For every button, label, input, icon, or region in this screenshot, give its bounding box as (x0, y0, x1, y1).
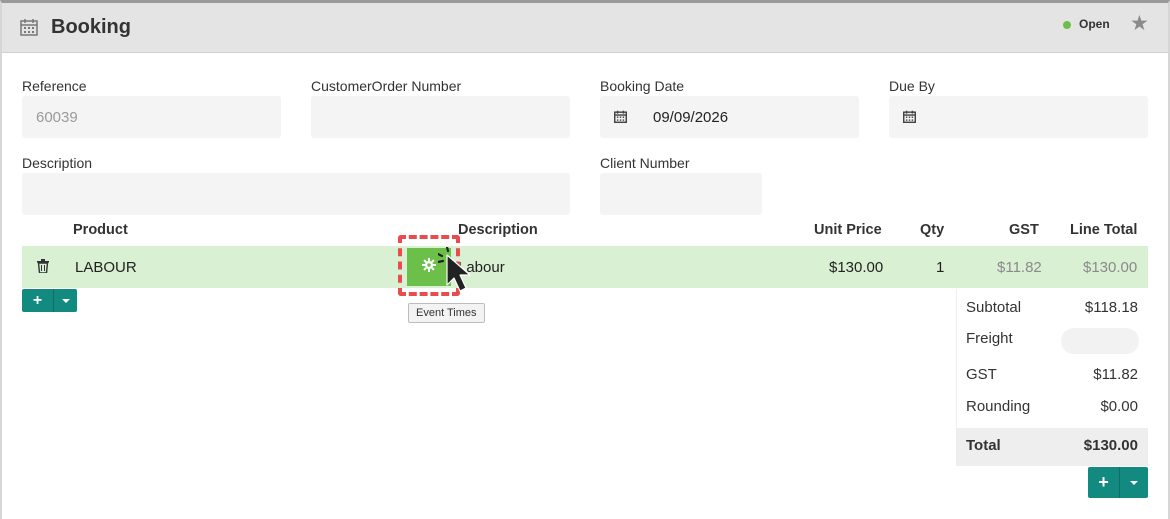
client-number-field[interactable] (600, 173, 762, 215)
status-badge: Open (1079, 17, 1110, 31)
calendar-icon (903, 110, 916, 128)
column-header-product: Product (73, 222, 128, 238)
add-line-button-group: + (22, 289, 77, 312)
gst-label: GST (966, 366, 997, 383)
status-dot (1063, 21, 1071, 29)
reference-field[interactable]: 60039 (22, 96, 281, 138)
total-value: $130.00 (1083, 437, 1138, 454)
row-gst: $11.82 (997, 259, 1042, 276)
page-title: Booking (51, 16, 131, 38)
freight-input[interactable] (1061, 328, 1139, 354)
rounding-value: $0.00 (1100, 398, 1138, 415)
event-times-tooltip: Event Times (408, 303, 485, 323)
row-qty[interactable]: 1 (936, 259, 944, 276)
client-number-label: Client Number (600, 155, 690, 171)
column-header-qty: Qty (920, 222, 945, 238)
table-row[interactable]: LABOUR Labour $130.00 1 $11.82 $130.00 (22, 246, 1148, 288)
freight-label: Freight (966, 330, 1013, 347)
star-icon[interactable]: ★ (1130, 13, 1149, 34)
cursor-icon (436, 245, 490, 302)
subtotal-label: Subtotal (966, 299, 1022, 316)
gst-value: $11.82 (1093, 366, 1138, 383)
row-product[interactable]: LABOUR (75, 259, 137, 276)
total-label: Total (966, 437, 1001, 454)
panel-header: Booking Open ★ (2, 3, 1168, 53)
booking-date-field[interactable]: 09/09/2026 (600, 96, 859, 138)
due-by-field[interactable] (889, 96, 1148, 138)
calendar-icon (20, 18, 38, 41)
description-field[interactable] (22, 173, 570, 215)
column-header-gst: GST (1009, 222, 1039, 238)
column-header-description: Description (458, 222, 538, 238)
booking-date-value: 09/09/2026 (653, 109, 729, 126)
add-payment-button-group: + (1088, 467, 1148, 498)
add-dropdown[interactable] (1119, 467, 1148, 498)
trash-icon[interactable] (37, 259, 49, 278)
calendar-icon (614, 110, 627, 128)
add-line-button[interactable]: + (22, 289, 53, 312)
caret-down-icon (61, 298, 70, 303)
add-line-dropdown[interactable] (53, 289, 77, 312)
rounding-label: Rounding (966, 398, 1031, 415)
column-header-unit-price: Unit Price (814, 222, 882, 238)
customer-order-field[interactable] (311, 96, 570, 138)
add-button[interactable]: + (1088, 467, 1119, 498)
plus-icon: + (32, 291, 43, 309)
totals-panel: Subtotal $118.18 Freight GST $11.82 Roun… (956, 289, 1148, 466)
row-unit-price[interactable]: $130.00 (829, 259, 883, 276)
caret-down-icon (1130, 480, 1138, 485)
description-label: Description (22, 155, 93, 171)
due-by-label: Due By (889, 78, 935, 94)
booking-date-label: Booking Date (600, 78, 685, 94)
reference-value: 60039 (36, 109, 78, 126)
plus-icon: + (1098, 472, 1109, 492)
column-header-line-total: Line Total (1070, 222, 1138, 238)
row-line-total: $130.00 (1083, 259, 1138, 276)
reference-label: Reference (22, 78, 87, 94)
total-row: Total $130.00 (957, 428, 1148, 465)
subtotal-value: $118.18 (1084, 299, 1138, 316)
customer-order-label: CustomerOrder Number (311, 78, 462, 94)
